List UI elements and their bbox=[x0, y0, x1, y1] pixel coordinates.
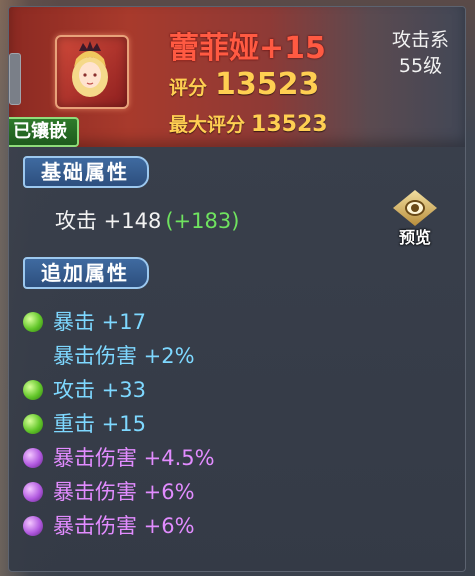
item-name: 蕾菲娅+15 bbox=[169, 31, 326, 66]
preview-button[interactable]: 预览 bbox=[387, 190, 443, 248]
max-score-row: 最大评分 13523 bbox=[169, 110, 328, 137]
character-avatar-icon bbox=[72, 41, 108, 97]
base-attribute-value: 攻击 +148 bbox=[55, 209, 162, 233]
item-type: 攻击系 bbox=[391, 29, 449, 51]
attribute-text: 暴击伤害 +6% bbox=[53, 514, 195, 538]
score-label: 评分 bbox=[169, 77, 208, 99]
character-portrait bbox=[55, 35, 129, 109]
green-gem-icon bbox=[23, 312, 43, 332]
preview-label: 预览 bbox=[398, 228, 431, 247]
attribute-text: 重击 +15 bbox=[53, 412, 146, 436]
purple-gem-icon bbox=[23, 516, 43, 536]
attribute-text: 暴击伤害 +4.5% bbox=[53, 446, 215, 470]
extra-attributes-title: 追加属性 bbox=[23, 257, 149, 289]
max-score-value: 13523 bbox=[251, 112, 328, 137]
green-gem-icon bbox=[23, 414, 43, 434]
purple-gem-icon bbox=[23, 448, 43, 468]
item-level: 55级 bbox=[398, 55, 443, 77]
embedded-status-badge: 已镶嵌 bbox=[9, 117, 79, 147]
base-attribute: 攻击 +148 (+183) bbox=[55, 205, 239, 235]
score-value: 13523 bbox=[215, 67, 320, 102]
base-attributes-title: 基础属性 bbox=[23, 156, 149, 188]
scrollbar[interactable] bbox=[9, 53, 21, 105]
max-score-label: 最大评分 bbox=[169, 114, 246, 136]
attribute-text: 暴击伤害 +6% bbox=[53, 480, 195, 504]
attribute-text: 暴击伤害 +2% bbox=[53, 344, 195, 368]
item-detail-panel: 已镶嵌 蕾菲娅+15 评分 13523 最大评分 13523 攻击系 55级 基础属… bbox=[8, 6, 466, 572]
green-gem-icon bbox=[23, 380, 43, 400]
item-type-level: 攻击系 55级 bbox=[392, 27, 449, 79]
attribute-text: 暴击 +17 bbox=[53, 310, 146, 334]
base-attribute-bonus: (+183) bbox=[165, 209, 240, 233]
attribute-text: 攻击 +33 bbox=[53, 378, 146, 402]
eye-icon bbox=[393, 190, 437, 226]
purple-gem-icon bbox=[23, 482, 43, 502]
score-row: 评分 13523 bbox=[169, 67, 319, 102]
